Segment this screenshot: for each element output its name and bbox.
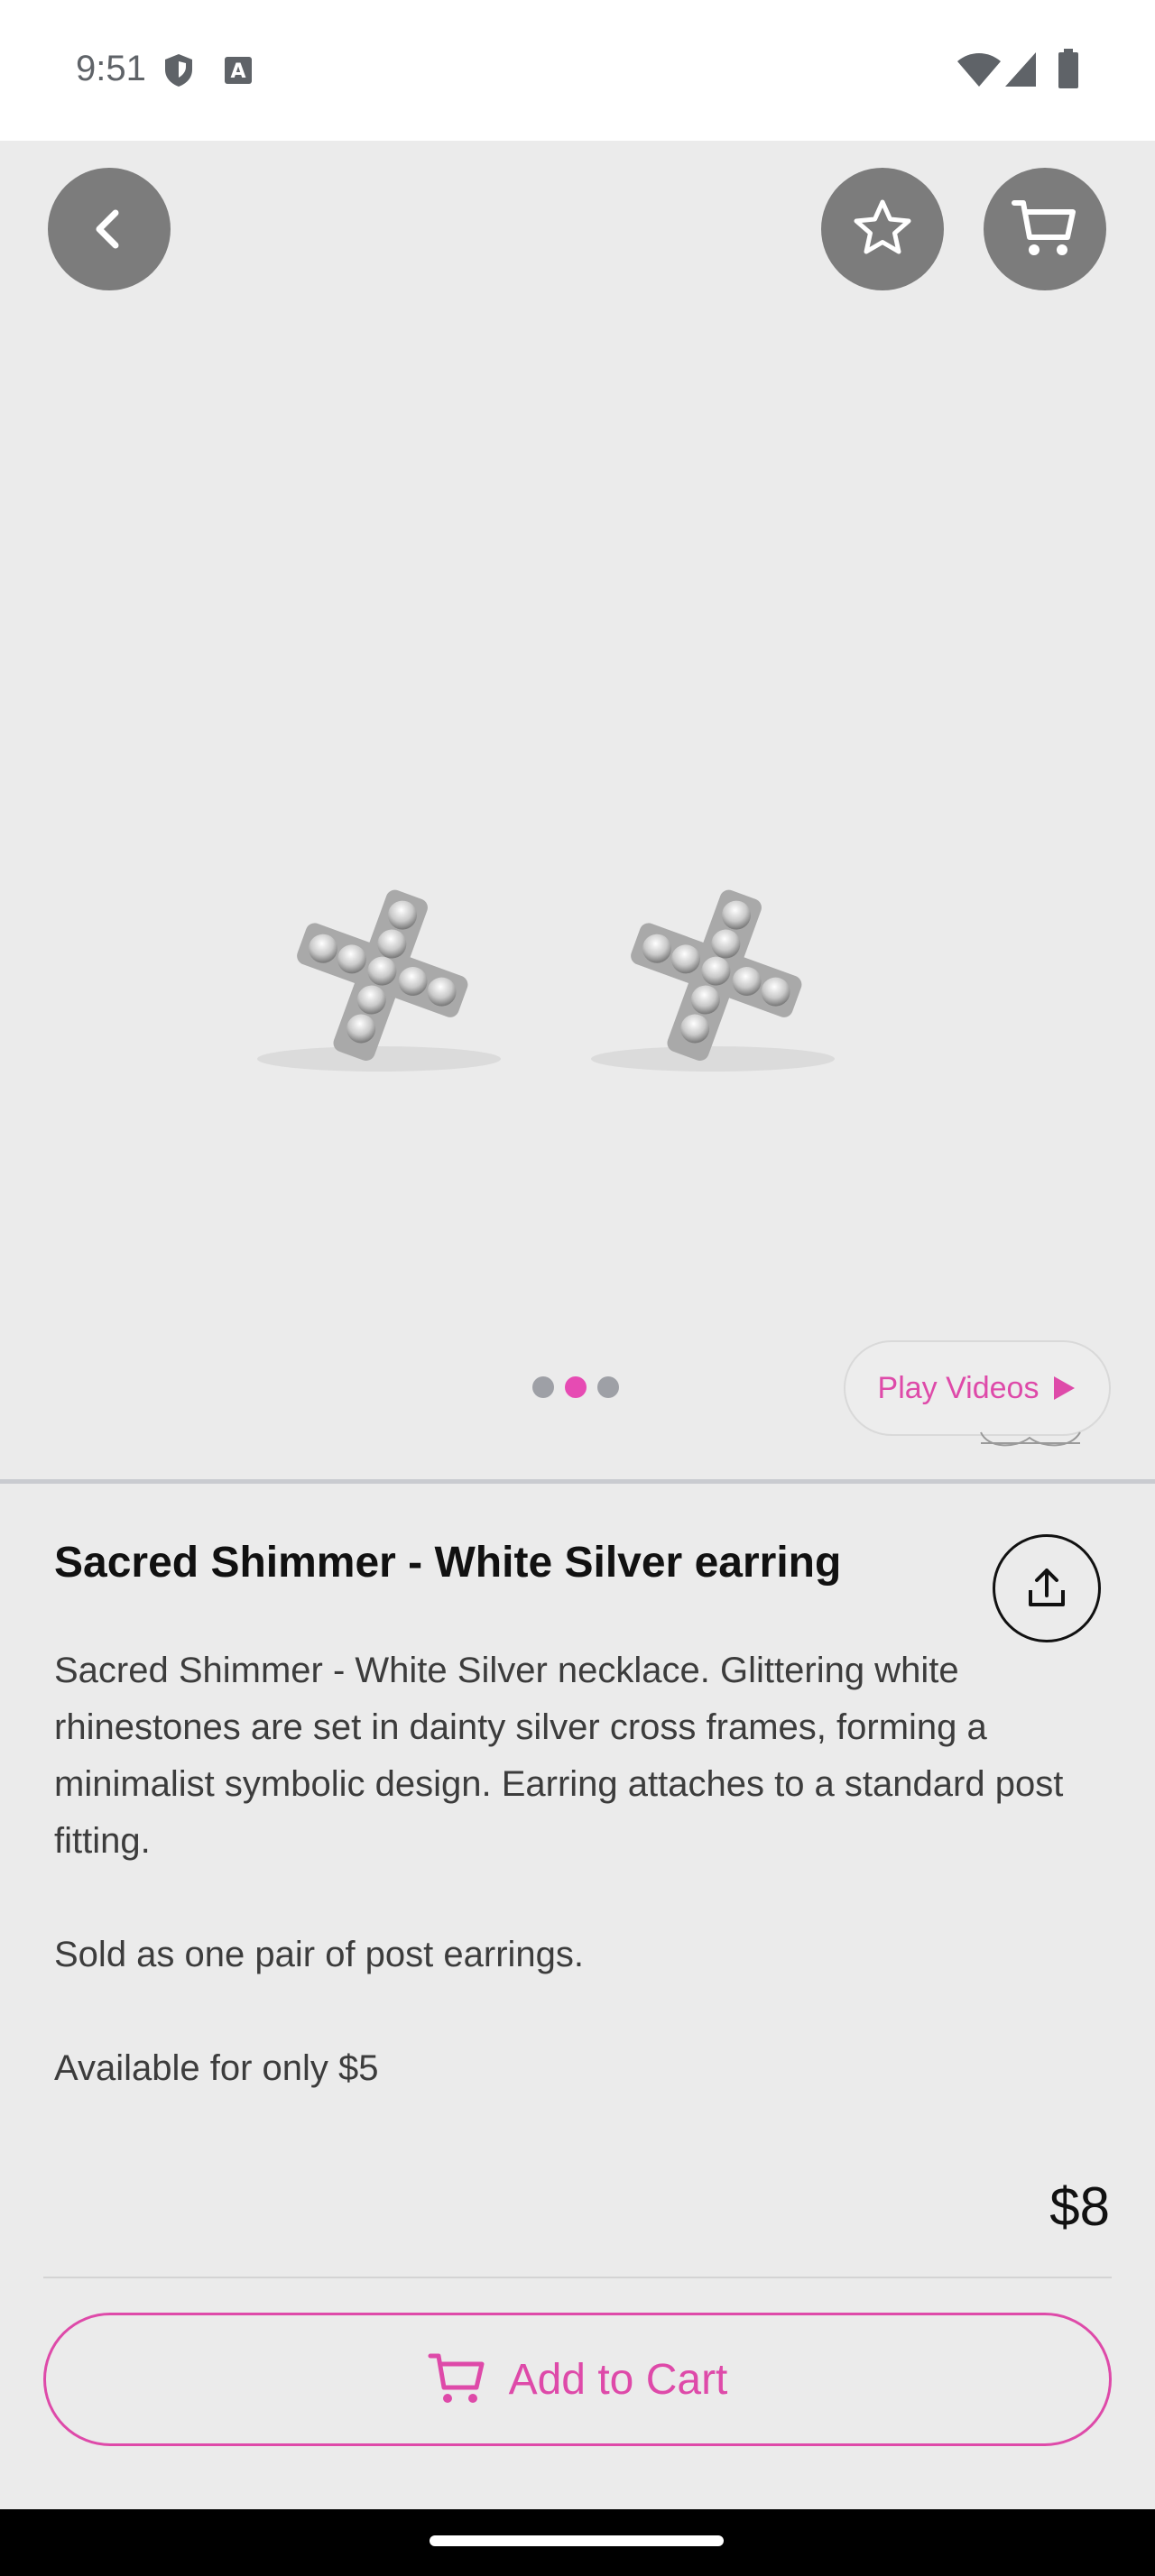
- shield-icon: [162, 52, 195, 93]
- carousel-indicator[interactable]: [532, 1376, 619, 1398]
- play-videos-button[interactable]: Play Videos: [844, 1340, 1111, 1436]
- purchase-footer: $8 Add to Cart: [0, 2129, 1155, 2509]
- status-bar: 9:51 A: [0, 0, 1155, 141]
- earrings-product-image: [257, 889, 835, 1072]
- cart-icon: [1012, 200, 1076, 255]
- wifi-icon: [956, 52, 1002, 93]
- add-to-cart-button[interactable]: Add to Cart: [43, 2313, 1112, 2446]
- play-icon: [1054, 1376, 1076, 1400]
- description-paragraph: Available for only $5: [54, 2048, 379, 2088]
- footer-divider: [43, 2277, 1112, 2278]
- back-button[interactable]: [48, 168, 171, 290]
- cart-nav-button[interactable]: [984, 168, 1106, 290]
- add-to-cart-label: Add to Cart: [508, 2355, 728, 2404]
- product-image-carousel[interactable]: [0, 141, 1155, 1481]
- carousel-dot[interactable]: [532, 1376, 554, 1398]
- product-price: $8: [1049, 2176, 1110, 2237]
- battery-icon: [1058, 49, 1079, 93]
- play-videos-label: Play Videos: [877, 1370, 1040, 1405]
- home-gesture-handle[interactable]: [430, 2535, 724, 2546]
- share-icon: [1029, 1569, 1065, 1606]
- back-chevron-icon: [96, 209, 119, 249]
- description-paragraph: Sold as one pair of post earrings.: [54, 1935, 585, 1974]
- keyboard-a-icon: A: [224, 56, 253, 89]
- brand-logo-fragment: [980, 1431, 1081, 1447]
- favorite-button[interactable]: [821, 168, 944, 290]
- product-description: Sacred Shimmer - White Silver necklace. …: [54, 1642, 1101, 2097]
- signal-icon: [1003, 51, 1038, 93]
- product-details[interactable]: Sacred Shimmer - White Silver earring Sa…: [0, 1484, 1155, 2129]
- product-title: Sacred Shimmer - White Silver earring: [54, 1539, 842, 1587]
- description-paragraph: Sacred Shimmer - White Silver necklace. …: [54, 1651, 1064, 1861]
- star-icon: [854, 199, 911, 254]
- system-nav-bar: [0, 2509, 1155, 2576]
- carousel-dot[interactable]: [597, 1376, 619, 1398]
- svg-text:A: A: [230, 60, 245, 83]
- status-time: 9:51: [76, 49, 146, 88]
- cart-icon: [428, 2353, 485, 2403]
- share-button[interactable]: [993, 1534, 1101, 1642]
- carousel-dot-active[interactable]: [565, 1376, 587, 1398]
